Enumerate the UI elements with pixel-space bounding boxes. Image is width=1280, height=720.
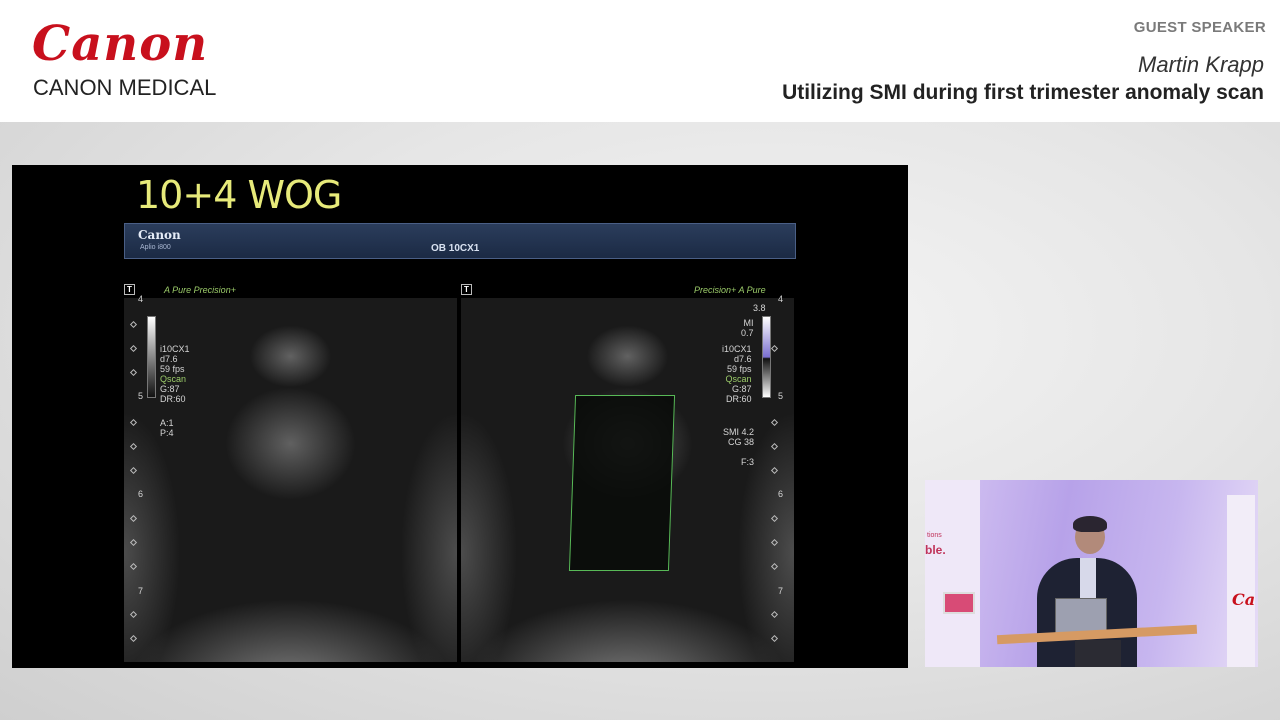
header-bar: Canon CANON MEDICAL GUEST SPEAKER Martin… <box>0 0 1280 122</box>
depth-mark-right: 5 <box>778 391 784 401</box>
mode-label-right: Precision+ A Pure <box>694 285 766 295</box>
readout-line: P:4 <box>160 428 174 438</box>
readout-line: DR:60 <box>160 394 186 404</box>
readout-line: F:3 <box>741 457 755 467</box>
ultrasound-brand: Canon <box>138 228 181 242</box>
ultrasound-model: Aplio i800 <box>140 244 171 251</box>
depth-mark-right: 7 <box>778 586 784 596</box>
transducer-marker-left: T <box>124 284 135 295</box>
backdrop-brand: Ca <box>1232 590 1256 609</box>
depth-mark-left: 7 <box>138 586 144 596</box>
readout-line: d7.6 <box>160 354 178 364</box>
readout-line: G:87 <box>160 384 180 394</box>
ultrasound-header-bar: Canon Aplio i800 OB 10CX1 <box>124 223 796 259</box>
readout-line: DR:60 <box>726 394 752 404</box>
readout-line: G:87 <box>732 384 752 394</box>
depth-mark-left: 5 <box>138 391 144 401</box>
depth-mark-right: 4 <box>778 294 784 304</box>
speaker-name: Martin Krapp <box>1138 52 1264 77</box>
backdrop-pillar <box>1227 495 1255 667</box>
readout-line: d7.6 <box>734 354 752 364</box>
readout-line: i10CX1 <box>160 344 190 354</box>
depth-mark-left: 4 <box>138 294 144 304</box>
readout-line: Qscan <box>725 374 752 384</box>
canon-logo: Canon <box>32 16 209 72</box>
readout-line: SMI 4.2 <box>723 427 755 437</box>
guest-speaker-label: GUEST SPEAKER <box>1133 19 1266 36</box>
talk-title: Utilizing SMI during first trimester ano… <box>782 81 1264 104</box>
readout-line: CG 38 <box>728 437 755 447</box>
backdrop-wall <box>925 480 980 667</box>
depth-mark-right: 6 <box>778 489 784 499</box>
smi-readout: SMI 4.2 CG 38 F:3 <box>723 427 754 467</box>
readout-line: 59 fps <box>160 364 185 374</box>
speaker-hair <box>1073 516 1107 532</box>
readout-left: i10CX1 d7.6 59 fps Qscan G:87 DR:60 <box>160 344 190 404</box>
backdrop-text: ble. <box>925 543 946 557</box>
readout-line: 59 fps <box>727 364 752 374</box>
transducer-marker-right: T <box>461 284 472 295</box>
scale-top-value: 3.8 <box>753 303 766 313</box>
grayscale-bar-left <box>147 316 156 398</box>
ultrasound-preset: OB 10CX1 <box>431 243 480 254</box>
smi-color-scale <box>762 316 771 398</box>
speaker-shirt <box>1080 558 1096 598</box>
readout-line: MI <box>743 318 754 328</box>
backdrop-text: tions <box>927 532 942 539</box>
mi-readout: MI 0.7 <box>741 318 754 338</box>
slide-title: 10+4 WOG <box>136 173 342 217</box>
readout-line: 0.7 <box>741 328 754 338</box>
depth-mark-left: 6 <box>138 489 144 499</box>
readout-line: A:1 <box>160 418 174 428</box>
readout-line: Qscan <box>160 374 187 384</box>
mode-label-left: A Pure Precision+ <box>164 285 236 295</box>
podium-base <box>1075 640 1121 667</box>
smi-roi-box <box>568 395 676 571</box>
readout-left-secondary: A:1 P:4 <box>160 418 174 438</box>
readout-line: i10CX1 <box>722 344 752 354</box>
canon-medical-label: CANON MEDICAL <box>33 75 217 100</box>
display-screen <box>943 592 975 614</box>
readout-right: i10CX1 d7.6 59 fps Qscan G:87 DR:60 <box>722 344 752 404</box>
speaker-video-inset: tions ble. Ca <box>925 480 1258 667</box>
